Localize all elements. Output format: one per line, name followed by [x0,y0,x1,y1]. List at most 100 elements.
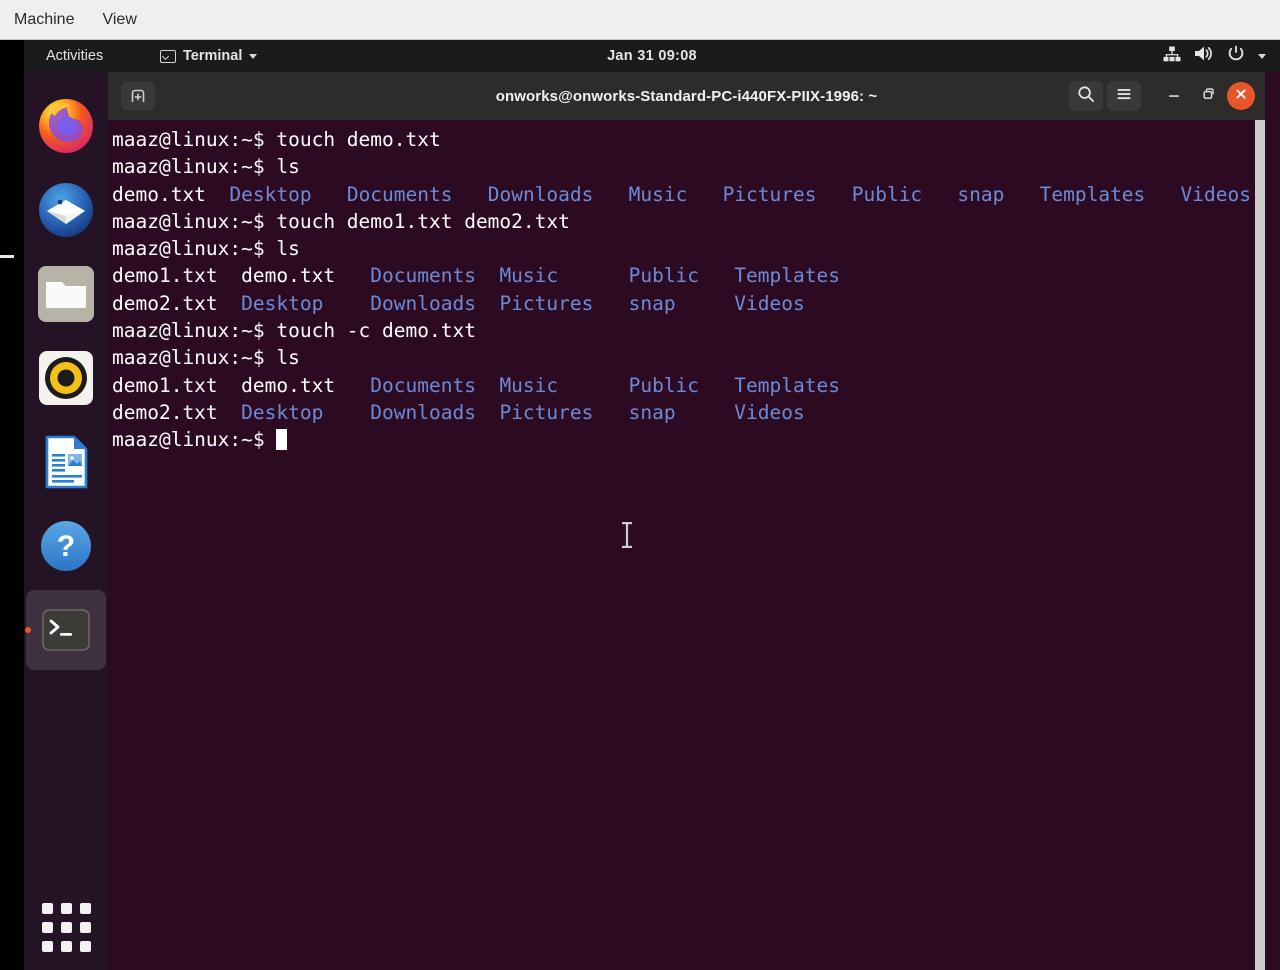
firefox-icon [36,96,96,156]
directory-name: Music [499,264,558,287]
dock-item-terminal[interactable] [24,588,108,672]
svg-text:?: ? [57,530,75,563]
terminal-text [558,374,628,397]
terminal-text [676,292,735,315]
directory-name: Pictures [499,401,593,424]
libreoffice-writer-icon [36,432,96,492]
dock-item-thunderbird[interactable] [24,168,108,252]
terminal-text [699,374,734,397]
directory-name: Templates [734,264,840,287]
search-icon [1077,85,1095,108]
directory-name: Pictures [723,183,817,206]
directory-name: Documents [370,374,476,397]
directory-name: Videos [1181,183,1251,206]
terminal-text [687,183,722,206]
terminal-text: demo1.txt demo.txt [112,264,370,287]
dock-item-libreoffice-writer[interactable] [24,420,108,504]
terminal-text: maaz@linux:~$ touch demo.txt [112,128,441,151]
minimize-button[interactable] [1159,81,1189,111]
terminal-line: maaz@linux:~$ touch demo1.txt demo2.txt [112,208,1265,235]
minimize-icon [1166,86,1182,107]
close-button[interactable] [1227,82,1255,110]
terminal-text: maaz@linux:~$ ls [112,155,300,178]
screen-left-gutter [0,40,24,970]
terminal-text [817,183,852,206]
directory-name: Desktop [229,183,311,206]
screen: Machine View Activities Terminal Jan 31 … [0,0,1280,970]
dock-item-help[interactable]: ? [24,504,108,588]
terminal-text [676,401,735,424]
terminal-text [593,183,628,206]
directory-name: Templates [1040,183,1146,206]
network-wired-icon [1163,46,1181,67]
terminal-text [453,183,488,206]
terminal-text [1145,183,1180,206]
terminal-text: maaz@linux:~$ touch demo1.txt demo2.txt [112,210,570,233]
show-applications-button[interactable] [24,892,108,962]
clock-label: Jan 31 09:08 [607,48,697,64]
dock: ? [24,72,108,970]
guest-desktop: Activities Terminal Jan 31 09:08 [0,40,1280,970]
maximize-button[interactable] [1193,81,1223,111]
directory-name: Downloads [370,292,476,315]
screen-edge-marker [0,255,14,258]
directory-name: Music [499,374,558,397]
terminal-text: demo2.txt [112,401,241,424]
menu-button[interactable] [1107,81,1141,111]
terminal-text: maaz@linux:~$ ls [112,346,300,369]
terminal-text: demo1.txt demo.txt [112,374,370,397]
terminal-output-area[interactable]: maaz@linux:~$ touch demo.txt maaz@linux:~… [108,120,1265,970]
terminal-text [699,264,734,287]
terminal-window: onworks@onworks-Standard-PC-i440FX-PIIX-… [108,72,1265,970]
terminal-text [476,401,499,424]
directory-name: Downloads [488,183,594,206]
terminal-text: maaz@linux:~$ touch -c demo.txt [112,319,476,342]
terminal-text [558,264,628,287]
directory-name: Videos [734,292,804,315]
terminal-text [476,374,499,397]
directory-name: Desktop [241,292,323,315]
titlebar-controls [1069,72,1255,120]
terminal-text [476,264,499,287]
terminal-text: maaz@linux:~$ ls [112,237,300,260]
chevron-down-icon [1258,54,1266,59]
terminal-text [476,292,499,315]
dock-item-firefox[interactable] [24,84,108,168]
terminal-text: demo.txt [112,183,229,206]
clock-button[interactable]: Jan 31 09:08 [24,40,1280,72]
directory-name: Public [629,374,699,397]
directory-name: Templates [734,374,840,397]
vm-menu-view[interactable]: View [102,11,136,29]
terminal-text: maaz@linux:~$ [112,428,276,451]
directory-name: snap [957,183,1004,206]
directory-name: Pictures [499,292,593,315]
directory-name: Documents [370,264,476,287]
dock-item-files[interactable] [24,252,108,336]
directory-name: Documents [347,183,453,206]
system-status-area[interactable] [1163,40,1266,72]
terminal-prompt-icon [36,600,96,660]
directory-name: Videos [734,401,804,424]
terminal-line: maaz@linux:~$ ls [112,235,1265,262]
search-button[interactable] [1069,81,1103,111]
vm-menu-machine[interactable]: Machine [14,11,74,29]
maximize-icon [1200,86,1216,107]
terminal-line: maaz@linux:~$ ls [112,153,1265,180]
terminal-text [1004,183,1039,206]
terminal-line: maaz@linux:~$ ls [112,344,1265,371]
terminal-line: maaz@linux:~$ touch -c demo.txt [112,317,1265,344]
power-icon [1227,45,1245,68]
terminal-line: demo2.txt Desktop Downloads Pictures sna… [112,290,1265,317]
hamburger-menu-icon [1115,85,1133,108]
dock-item-rhythmbox[interactable] [24,336,108,420]
terminal-text [312,183,347,206]
directory-name: Downloads [370,401,476,424]
apps-grid-icon [42,903,91,952]
terminal-line: maaz@linux:~$ touch demo.txt [112,126,1265,153]
terminal-titlebar[interactable]: onworks@onworks-Standard-PC-i440FX-PIIX-… [108,72,1265,120]
files-folder-icon [36,264,96,324]
terminal-text: demo2.txt [112,292,241,315]
terminal-line: demo1.txt demo.txt Documents Music Publi… [112,372,1265,399]
close-icon [1234,87,1248,106]
terminal-line: demo1.txt demo.txt Documents Music Publi… [112,262,1265,289]
